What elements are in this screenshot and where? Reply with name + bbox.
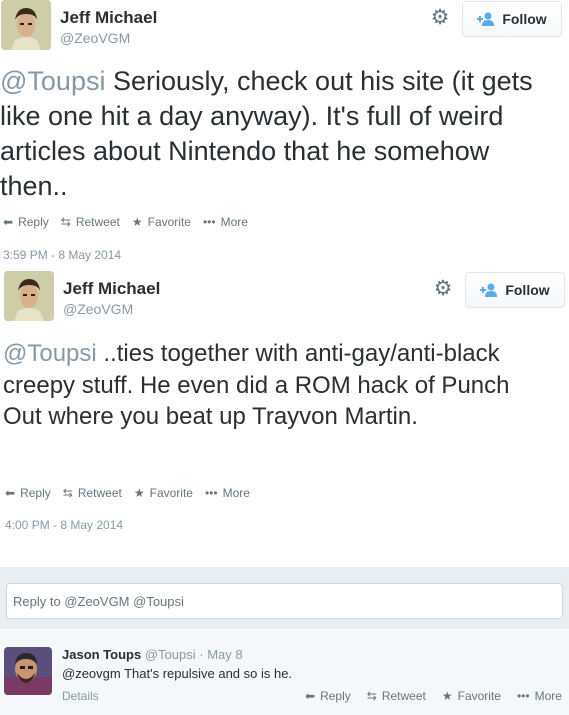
tweet-actions: ⬅ Reply ⇆ Retweet ★ Favorite ••• More — [3, 215, 260, 229]
retweet-icon: ⇆ — [60, 215, 71, 229]
reply-arrow-icon: ⬅ — [5, 486, 16, 500]
reply-button[interactable]: ⬅ Reply — [305, 689, 351, 703]
reply-label: Reply — [18, 215, 49, 229]
author-name[interactable]: Jeff Michael — [60, 8, 157, 28]
favorite-label: Favorite — [457, 689, 501, 703]
more-button[interactable]: ••• More — [205, 486, 250, 500]
reply-button[interactable]: ⬅ Reply — [5, 486, 51, 500]
reply-header: Jason Toups @Toupsi · May 8 — [62, 647, 243, 662]
reply-author-handle[interactable]: @Toupsi — [145, 647, 196, 662]
retweet-button[interactable]: ⇆ Retweet — [61, 215, 120, 229]
tweet-text: @Toupsi ..ties together with anti-gay/an… — [3, 338, 548, 433]
reply-arrow-icon: ⬅ — [3, 215, 14, 229]
mention-link[interactable]: @Toupsi — [3, 340, 97, 367]
follow-label: Follow — [502, 11, 547, 27]
follow-label: Follow — [505, 282, 550, 298]
star-icon: ★ — [133, 486, 145, 500]
jeff-michael-avatar[interactable] — [4, 271, 54, 321]
jason-toups-avatar[interactable] — [4, 647, 52, 695]
mention-link[interactable]: @Toupsi — [0, 66, 105, 96]
reply-label: Reply — [20, 486, 51, 500]
more-label: More — [220, 215, 248, 229]
follow-button[interactable]: Follow — [465, 272, 565, 308]
add-user-icon — [480, 283, 498, 297]
reply-button[interactable]: ⬅ Reply — [3, 215, 49, 229]
reply-label: Reply — [320, 689, 351, 703]
more-label: More — [222, 486, 250, 500]
tweet-timestamp[interactable]: 3:59 PM - 8 May 2014 — [3, 248, 121, 262]
follow-button[interactable]: Follow — [462, 1, 562, 37]
reply-text: @zeovgm That's repulsive and so is he. — [62, 666, 293, 681]
tweet-timestamp[interactable]: 4:00 PM - 8 May 2014 — [5, 518, 123, 532]
favorite-button[interactable]: ★ Favorite — [134, 486, 193, 500]
gear-icon[interactable]: ⚙ — [429, 7, 451, 29]
reply-date[interactable]: May 8 — [207, 647, 242, 662]
more-button[interactable]: ••• More — [203, 215, 248, 229]
details-link[interactable]: Details — [62, 689, 99, 703]
reply-input[interactable]: Reply to @ZeoVGM @Toupsi — [6, 583, 563, 619]
author-name[interactable]: Jeff Michael — [63, 279, 160, 299]
add-user-icon — [477, 12, 495, 26]
reply-actions: ⬅ Reply ⇆ Retweet ★ Favorite ••• More — [305, 689, 562, 703]
author-handle[interactable]: @ZeoVGM — [60, 30, 130, 46]
tweet-actions: ⬅ Reply ⇆ Retweet ★ Favorite ••• More — [5, 486, 262, 500]
ellipsis-icon: ••• — [516, 689, 530, 703]
tweet-text: @Toupsi Seriously, check out his site (i… — [0, 64, 560, 204]
favorite-button[interactable]: ★ Favorite — [442, 689, 501, 703]
favorite-button[interactable]: ★ Favorite — [132, 215, 191, 229]
retweet-button[interactable]: ⇆ Retweet — [367, 689, 426, 703]
retweet-icon: ⇆ — [366, 689, 377, 703]
retweet-label: Retweet — [75, 215, 120, 229]
jeff-michael-avatar[interactable] — [1, 0, 51, 50]
ellipsis-icon: ••• — [204, 486, 218, 500]
favorite-label: Favorite — [149, 486, 193, 500]
retweet-icon: ⇆ — [62, 486, 73, 500]
retweet-button[interactable]: ⇆ Retweet — [63, 486, 122, 500]
retweet-label: Retweet — [381, 689, 426, 703]
gear-icon[interactable]: ⚙ — [432, 278, 454, 300]
author-handle[interactable]: @ZeoVGM — [63, 301, 133, 317]
more-label: More — [534, 689, 562, 703]
star-icon: ★ — [131, 215, 143, 229]
more-button[interactable]: ••• More — [517, 689, 562, 703]
star-icon: ★ — [441, 689, 453, 703]
retweet-label: Retweet — [77, 486, 122, 500]
ellipsis-icon: ••• — [202, 215, 216, 229]
reply-arrow-icon: ⬅ — [305, 689, 316, 703]
reply-author-name[interactable]: Jason Toups — [62, 647, 141, 662]
separator-dot: · — [199, 647, 204, 662]
favorite-label: Favorite — [147, 215, 191, 229]
